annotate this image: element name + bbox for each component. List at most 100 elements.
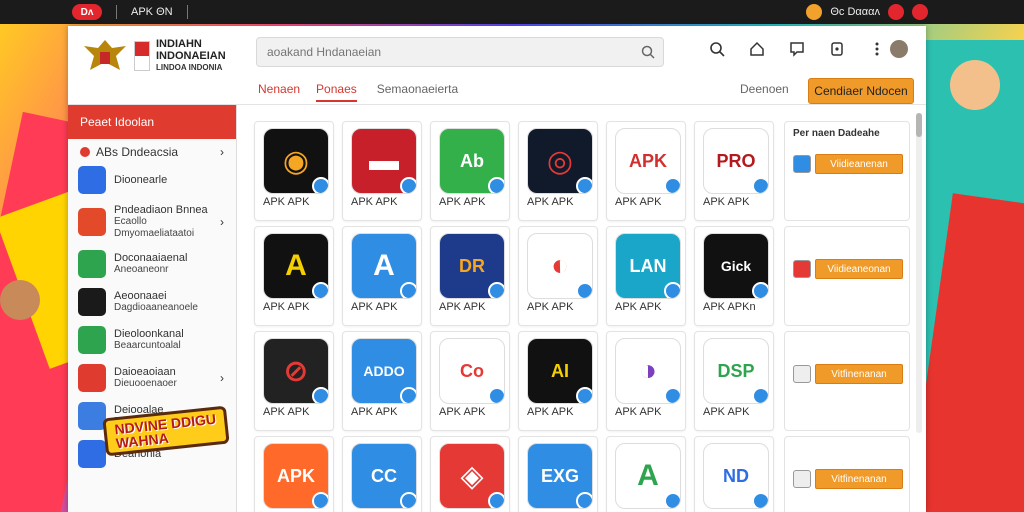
- app-card[interactable]: CC: [342, 436, 422, 512]
- sidebar-item[interactable]: Daioeaoiaan Dieuooenaoer ›: [68, 359, 236, 397]
- app-card[interactable]: A: [606, 436, 686, 512]
- app-card[interactable]: PRO APK APK: [694, 121, 774, 221]
- pin-icon: [80, 147, 90, 157]
- app-label: APK APK: [263, 196, 310, 208]
- sidebar-item[interactable]: Aeoonaaei Dagdioaaneanoele: [68, 283, 236, 321]
- sidebar-item[interactable]: Dieoloonkanal Beaarcuntoalal: [68, 321, 236, 359]
- user-icon[interactable]: [888, 4, 904, 20]
- top-bar-text: APK ΘΝ: [131, 6, 173, 18]
- app-card[interactable]: ◈: [430, 436, 510, 512]
- app-icon: APK: [615, 128, 681, 194]
- tag-icon[interactable]: [828, 40, 846, 58]
- app-icon: [793, 470, 811, 488]
- chat-icon[interactable]: [788, 40, 806, 58]
- divider: [186, 5, 188, 19]
- badge-icon[interactable]: [806, 4, 823, 20]
- search-icon[interactable]: [708, 40, 726, 58]
- tab-categories[interactable]: Semaonaeierta: [377, 82, 458, 102]
- app-icon: A: [615, 443, 681, 509]
- sidebar-item-featured[interactable]: ABs Dndeacsia ›: [68, 139, 236, 161]
- download-link[interactable]: Deenoen: [740, 82, 789, 96]
- app-card[interactable]: AI APK APK: [518, 331, 598, 431]
- app-card[interactable]: ▬ APK APK: [342, 121, 422, 221]
- app-card[interactable]: Ab APK APK: [430, 121, 510, 221]
- verified-badge-icon: [400, 177, 416, 193]
- app-card[interactable]: ⊘ APK APK: [254, 331, 334, 431]
- sidebar-item-label: ABs Dndeacsia: [96, 145, 179, 159]
- app-card[interactable]: ◎ APK APK: [518, 121, 598, 221]
- app-label: APK APK: [439, 301, 486, 313]
- download-panel: Vitfinenanan: [784, 436, 910, 512]
- verified-badge-icon: [312, 492, 328, 508]
- verified-badge-icon: [312, 387, 328, 403]
- app-card[interactable]: A APK APK: [342, 226, 422, 326]
- divider: [116, 5, 117, 19]
- avatar[interactable]: [890, 40, 908, 58]
- app-label: APK APK: [615, 406, 662, 418]
- sidebar-item[interactable]: Pndeadiaon Bnnea Ecaollo Dmyomaeliataatoi ›: [68, 199, 236, 245]
- scrollbar-thumb[interactable]: [916, 113, 922, 137]
- app-label: APK APKn: [703, 301, 756, 313]
- search-input[interactable]: [257, 45, 633, 59]
- app-card[interactable]: Gick APK APKn: [694, 226, 774, 326]
- app-card[interactable]: ◉ APK APK: [254, 121, 334, 221]
- app-card[interactable]: Co APK APK: [430, 331, 510, 431]
- app-card[interactable]: DR APK APK: [430, 226, 510, 326]
- verified-badge-icon: [488, 282, 504, 298]
- app-label: APK APK: [263, 406, 310, 418]
- download-button[interactable]: Viidieanenan: [815, 154, 903, 174]
- header: INDIAHN INDONAEIAN LINDOA INDONIA Nenaen…: [68, 26, 926, 105]
- download-button[interactable]: Vitfinenanan: [815, 364, 903, 384]
- app-card[interactable]: LAN APK APK: [606, 226, 686, 326]
- tab-home[interactable]: Nenaen: [258, 82, 300, 102]
- app-icon: APK: [263, 443, 329, 509]
- download-button[interactable]: Vitfinenanan: [815, 469, 903, 489]
- app-icon: [793, 155, 811, 173]
- site-logo[interactable]: Dᴧ: [72, 4, 102, 20]
- home-icon[interactable]: [748, 40, 766, 58]
- scrollbar[interactable]: [916, 113, 922, 433]
- download-button[interactable]: Viidieaneonan: [815, 259, 903, 279]
- app-label: APK APK: [351, 301, 398, 313]
- app-icon: ◈: [439, 443, 505, 509]
- app-card[interactable]: A APK APK: [254, 226, 334, 326]
- notification-icon[interactable]: [912, 4, 928, 20]
- tab-popular[interactable]: Ponaes: [316, 82, 357, 102]
- app-card[interactable]: APK: [254, 436, 334, 512]
- app-icon: [793, 365, 811, 383]
- search-icon[interactable]: [633, 45, 663, 59]
- app-card[interactable]: ◑ APK APK: [606, 331, 686, 431]
- app-card[interactable]: EXG: [518, 436, 598, 512]
- app-icon: [78, 326, 106, 354]
- app-label: APK APK: [615, 196, 662, 208]
- more-icon[interactable]: [868, 40, 886, 58]
- app-card[interactable]: DSP APK APK: [694, 331, 774, 431]
- top-bar-right-text: Θc Dαααᴧ: [830, 6, 880, 18]
- app-icon: PRO: [703, 128, 769, 194]
- app-card[interactable]: APK APK APK: [606, 121, 686, 221]
- download-panel: Vitfinenanan: [784, 331, 910, 431]
- verified-badge-icon: [400, 387, 416, 403]
- app-icon: [78, 402, 106, 430]
- app-icon: [78, 288, 106, 316]
- app-card[interactable]: ADDO APK APK: [342, 331, 422, 431]
- sidebar-item-label: Dieoloonkanal Beaarcuntoalal: [114, 328, 184, 351]
- app-icon: ◉: [263, 128, 329, 194]
- cta-button[interactable]: Cendiaer Ndocen: [808, 78, 914, 104]
- verified-badge-icon: [576, 387, 592, 403]
- app-icon: ND: [703, 443, 769, 509]
- brand-name: INDIAHN INDONAEIAN LINDOA INDONIA: [156, 38, 226, 72]
- chevron-right-icon: ›: [220, 145, 224, 159]
- app-card[interactable]: ◐ APK APK: [518, 226, 598, 326]
- app-icon: ⊘: [263, 338, 329, 404]
- verified-badge-icon: [576, 282, 592, 298]
- app-icon: ◑: [615, 338, 681, 404]
- search-bar[interactable]: [256, 37, 664, 67]
- chevron-right-icon: ›: [220, 371, 224, 385]
- verified-badge-icon: [488, 177, 504, 193]
- sidebar-item[interactable]: Dioonearle: [68, 161, 236, 199]
- sidebar-item-label: Aeoonaaei Dagdioaaneanoele: [114, 290, 198, 313]
- app-card[interactable]: ND: [694, 436, 774, 512]
- brand[interactable]: INDIAHN INDONAEIAN LINDOA INDONIA: [82, 36, 226, 76]
- sidebar-item[interactable]: Doconaaiaenal Aneoaneonr: [68, 245, 236, 283]
